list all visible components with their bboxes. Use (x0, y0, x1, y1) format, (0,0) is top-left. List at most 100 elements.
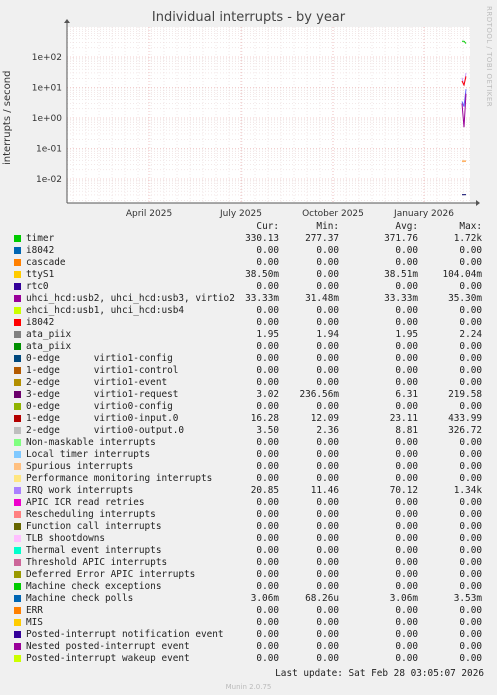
legend-name: Posted-interrupt wakeup event (26, 653, 190, 664)
legend-name: 2-edge virtio0-output.0 (26, 425, 185, 436)
legend-row: Machine check polls 3.06m 68.26u 3.06m 3.53m (14, 593, 488, 605)
legend-max: 0.00 (459, 365, 482, 376)
legend-cur: 0.00 (256, 461, 279, 472)
legend-cur: 0.00 (256, 257, 279, 268)
legend-avg: 0.00 (395, 305, 418, 316)
legend-name: cascade (26, 257, 66, 268)
legend-avg: 0.00 (395, 509, 418, 520)
legend-cur: 0.00 (256, 581, 279, 592)
legend-cur: 0.00 (256, 377, 279, 388)
legend-avg: 33.33m (384, 293, 418, 304)
legend-cur: 0.00 (256, 533, 279, 544)
legend-cur: 0.00 (256, 305, 279, 316)
legend-row: Local timer interrupts 0.00 0.00 0.00 0.00 (14, 449, 488, 461)
legend-max: 0.00 (459, 353, 482, 364)
legend-row: ata_piix 1.95 1.94 1.95 2.24 (14, 329, 488, 341)
legend-min: 0.00 (316, 533, 339, 544)
legend-min: 236.56m (299, 389, 339, 400)
legend-cur: 0.00 (256, 617, 279, 628)
legend-swatch (14, 355, 21, 362)
legend-min: 0.00 (316, 617, 339, 628)
legend-avg: 70.12 (389, 485, 418, 496)
legend-max: 0.00 (459, 533, 482, 544)
header-avg: Avg: (395, 221, 418, 232)
legend-max: 0.00 (459, 653, 482, 664)
legend-row: MIS 0.00 0.00 0.00 0.00 (14, 617, 488, 629)
legend-row: Thermal event interrupts 0.00 0.00 0.00 0.00 (14, 545, 488, 557)
legend-cur: 16.28 (250, 413, 279, 424)
legend-name: Spurious interrupts (26, 461, 134, 472)
legend-cur: 0.00 (256, 401, 279, 412)
legend-swatch (14, 595, 21, 602)
legend-cur: 0.00 (256, 341, 279, 352)
legend-swatch (14, 451, 21, 458)
legend-max: 0.00 (459, 257, 482, 268)
legend-name: uhci_hcd:usb2, uhci_hcd:usb3, virtio2 (26, 293, 235, 304)
legend-min: 0.00 (316, 353, 339, 364)
legend-max: 0.00 (459, 545, 482, 556)
legend-min: 0.00 (316, 497, 339, 508)
legend-min: 0.00 (316, 557, 339, 568)
legend-name: i8042 (26, 245, 55, 256)
legend-swatch (14, 271, 21, 278)
legend-avg: 0.00 (395, 401, 418, 412)
legend-avg: 0.00 (395, 605, 418, 616)
legend-table: Cur: Min: Avg: Max: timer 330.13 277.37 371… (14, 221, 488, 665)
legend-min: 0.00 (316, 569, 339, 580)
x-tick-label: January 2026 (393, 209, 454, 219)
legend-name: Rescheduling interrupts (26, 509, 156, 520)
legend-swatch (14, 523, 21, 530)
legend-name: 3-edge virtio1-request (26, 389, 179, 400)
legend-cur: 38.50m (245, 269, 279, 280)
legend-cur: 0.00 (256, 557, 279, 568)
legend-cur: 0.00 (256, 497, 279, 508)
legend-swatch (14, 307, 21, 314)
legend-name: Deferred Error APIC interrupts (26, 569, 196, 580)
legend-avg: 0.00 (395, 581, 418, 592)
legend-swatch (14, 583, 21, 590)
legend-name: ata_piix (26, 341, 72, 352)
legend-row: Function call interrupts 0.00 0.00 0.00 0.00 (14, 521, 488, 533)
legend-name: ata_piix (26, 329, 72, 340)
header-cur: Cur: (256, 221, 279, 232)
legend-swatch (14, 571, 21, 578)
legend-name: APIC ICR read retries (26, 497, 145, 508)
legend-avg: 0.00 (395, 257, 418, 268)
legend-avg: 0.00 (395, 377, 418, 388)
x-tick-label: July 2025 (219, 209, 262, 219)
legend-cur: 33.33m (245, 293, 279, 304)
legend-max: 2.24 (459, 329, 482, 340)
legend-max: 1.34k (453, 485, 482, 496)
legend-name: 1-edge virtio0-input.0 (26, 413, 179, 424)
legend-cur: 0.00 (256, 353, 279, 364)
legend-min: 0.00 (316, 653, 339, 664)
legend-cur: 0.00 (256, 473, 279, 484)
header-max: Max: (459, 221, 482, 232)
legend-min: 0.00 (316, 461, 339, 472)
legend-row: 3-edge virtio1-request 3.02 236.56m 6.31 219… (14, 389, 488, 401)
legend-name: rtc0 (26, 281, 49, 292)
legend-name: Function call interrupts (26, 521, 162, 532)
legend-min: 0.00 (316, 245, 339, 256)
legend-max: 0.00 (459, 281, 482, 292)
legend-name: 0-edge virtio1-config (26, 353, 173, 364)
legend-name: Machine check polls (26, 593, 134, 604)
legend-cur: 0.00 (256, 629, 279, 640)
legend-rows: timer 330.13 277.37 371.76 1.72k i8042 0.00 0.0… (14, 233, 488, 665)
legend-avg: 0.00 (395, 317, 418, 328)
last-update: Last update: Sat Feb 28 03:05:07 2026 (275, 668, 484, 679)
legend-max: 3.53m (453, 593, 482, 604)
legend-min: 0.00 (316, 305, 339, 316)
legend-max: 219.58 (448, 389, 482, 400)
legend-row: 2-edge virtio0-output.0 3.50 2.36 8.81 326.7… (14, 425, 488, 437)
legend-min: 0.00 (316, 317, 339, 328)
legend-max: 0.00 (459, 305, 482, 316)
legend-row: Posted-interrupt wakeup event 0.00 0.00 0.0… (14, 653, 488, 665)
y-tick-label: 1e+00 (32, 114, 63, 124)
legend-row: 0-edge virtio0-config 0.00 0.00 0.00 0.00 (14, 401, 488, 413)
legend-name: TLB shootdowns (26, 533, 106, 544)
legend-name: Local timer interrupts (26, 449, 151, 460)
legend-cur: 0.00 (256, 449, 279, 460)
legend-min: 2.36 (316, 425, 339, 436)
legend-max: 0.00 (459, 377, 482, 388)
